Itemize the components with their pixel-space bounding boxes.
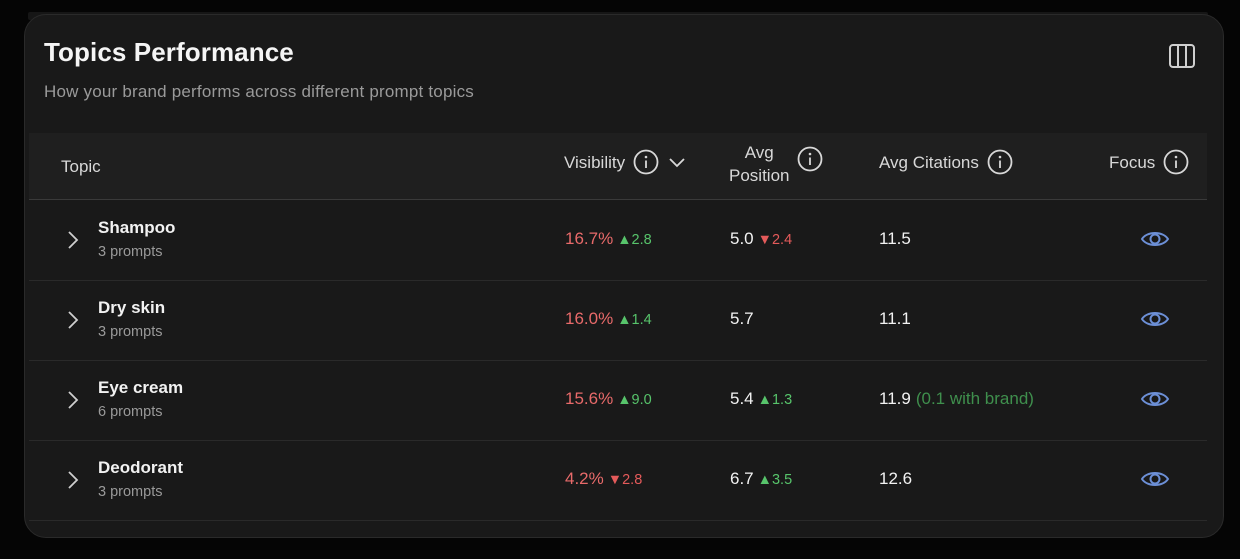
- visibility-cell: 16.7% ▲2.8: [565, 229, 652, 249]
- info-icon[interactable]: [1163, 149, 1189, 175]
- avg-position-value: 5.0: [730, 229, 754, 248]
- column-header-visibility[interactable]: Visibility: [564, 149, 687, 175]
- card-title: Topics Performance: [44, 37, 294, 67]
- chevron-right-icon[interactable]: [65, 308, 81, 332]
- avg-position-delta: ▼2.4: [757, 232, 793, 248]
- avg-position-cell: 6.7 ▲3.5: [730, 469, 792, 489]
- topic-name: Dry skin: [98, 298, 166, 317]
- info-icon[interactable]: [633, 149, 659, 175]
- avg-citations-cell: 11.1: [879, 309, 911, 329]
- eye-icon[interactable]: [1140, 467, 1170, 491]
- chevron-right-icon[interactable]: [65, 388, 81, 412]
- avg-citations-value: 12.6: [879, 469, 913, 488]
- avg-citations-value: 11.5: [879, 229, 911, 248]
- table-row[interactable]: Dry skin 3 prompts 16.0% ▲1.4 5.7 11.1: [29, 280, 1207, 361]
- topics-performance-card: Topics Performance How your brand perfor…: [24, 14, 1224, 538]
- chevron-right-icon[interactable]: [65, 228, 81, 252]
- visibility-cell: 4.2% ▼2.8: [565, 469, 642, 489]
- eye-icon[interactable]: [1140, 387, 1170, 411]
- columns-layout-icon[interactable]: [1168, 43, 1196, 69]
- visibility-value: 4.2%: [565, 469, 604, 488]
- avg-citations-cell: 12.6: [879, 469, 912, 489]
- avg-citations-value: 11.9: [879, 389, 911, 408]
- avg-position-delta: ▲3.5: [757, 472, 793, 488]
- topic-prompt-count: 3 prompts: [98, 324, 163, 340]
- visibility-delta: ▲9.0: [617, 392, 652, 408]
- avg-citations-value: 11.1: [879, 309, 911, 328]
- topic-prompt-count: 3 prompts: [98, 244, 163, 260]
- avg-position-value: 5.4: [730, 389, 754, 408]
- avg-position-value: 5.7: [730, 309, 754, 328]
- topic-name: Shampoo: [98, 218, 176, 237]
- visibility-cell: 15.6% ▲9.0: [565, 389, 652, 409]
- avg-citations-cell: 11.5: [879, 229, 911, 249]
- info-icon[interactable]: [797, 146, 823, 172]
- avg-citations-cell: 11.9 (0.1 with brand): [879, 389, 1034, 409]
- avg-position-cell: 5.4 ▲1.3: [730, 389, 792, 409]
- visibility-delta: ▼2.8: [607, 472, 643, 488]
- table-row[interactable]: Shampoo 3 prompts 16.7% ▲2.8 5.0 ▼2.4 11.5: [29, 200, 1207, 281]
- visibility-value: 16.7%: [565, 229, 614, 248]
- card-subtitle: How your brand performs across different…: [44, 82, 474, 101]
- table-header: Topic Visibility Avg Position Avg Citati…: [29, 133, 1207, 200]
- citations-with-brand-note: (0.1 with brand): [915, 389, 1034, 408]
- visibility-delta: ▲1.4: [617, 312, 652, 328]
- column-header-avg-citations[interactable]: Avg Citations: [879, 149, 1013, 175]
- topic-name: Deodorant: [98, 458, 183, 477]
- table-row[interactable]: Eye cream 6 prompts 15.6% ▲9.0 5.4 ▲1.3 11…: [29, 360, 1207, 441]
- topic-name: Eye cream: [98, 378, 184, 397]
- column-header-focus[interactable]: Focus: [1109, 149, 1189, 175]
- table-row[interactable]: Deodorant 3 prompts 4.2% ▼2.8 6.7 ▲3.5 12.…: [29, 440, 1207, 521]
- column-header-avg-position[interactable]: Avg Position: [729, 141, 823, 187]
- topic-prompt-count: 3 prompts: [98, 484, 163, 500]
- avg-position-value: 6.7: [730, 469, 754, 488]
- avg-position-cell: 5.7: [730, 309, 754, 329]
- visibility-cell: 16.0% ▲1.4: [565, 309, 652, 329]
- chevron-right-icon[interactable]: [65, 468, 81, 492]
- info-icon[interactable]: [987, 149, 1013, 175]
- topic-prompt-count: 6 prompts: [98, 404, 163, 420]
- chevron-down-icon[interactable]: [667, 155, 687, 169]
- visibility-delta: ▲2.8: [617, 232, 652, 248]
- avg-position-cell: 5.0 ▼2.4: [730, 229, 792, 249]
- avg-position-delta: ▲1.3: [757, 392, 793, 408]
- visibility-value: 16.0%: [565, 309, 614, 328]
- visibility-value: 15.6%: [565, 389, 614, 408]
- eye-icon[interactable]: [1140, 307, 1170, 331]
- column-header-topic[interactable]: Topic: [61, 155, 101, 178]
- eye-icon[interactable]: [1140, 227, 1170, 251]
